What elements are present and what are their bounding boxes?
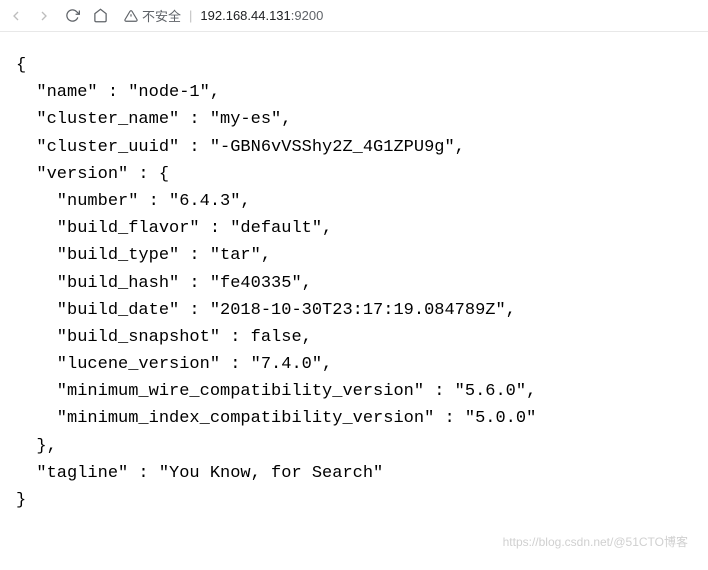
json-line: },	[16, 433, 692, 460]
url-display: 192.168.44.131:9200	[200, 8, 323, 23]
json-line: "build_snapshot" : false,	[16, 324, 692, 351]
json-line: "build_flavor" : "default",	[16, 215, 692, 242]
url-host: 192.168.44.131	[200, 8, 290, 23]
json-line: "tagline" : "You Know, for Search"	[16, 460, 692, 487]
json-line: "number" : "6.4.3",	[16, 188, 692, 215]
json-line: "lucene_version" : "7.4.0",	[16, 351, 692, 378]
back-button[interactable]	[8, 8, 24, 24]
warning-icon	[124, 9, 138, 23]
forward-button[interactable]	[36, 8, 52, 24]
json-line: "version" : {	[16, 161, 692, 188]
json-line: }	[16, 487, 692, 514]
json-line: "build_date" : "2018-10-30T23:17:19.0847…	[16, 297, 692, 324]
watermark: https://blog.csdn.net/@51CTO博客	[503, 533, 688, 550]
browser-toolbar: 不安全 | 192.168.44.131:9200	[0, 0, 708, 32]
address-bar[interactable]: 不安全 | 192.168.44.131:9200	[120, 6, 700, 25]
json-line: {	[16, 52, 692, 79]
security-indicator: 不安全	[124, 6, 181, 25]
home-button[interactable]	[92, 8, 108, 24]
json-line: "minimum_wire_compatibility_version" : "…	[16, 378, 692, 405]
json-line: "cluster_name" : "my-es",	[16, 106, 692, 133]
json-line: "build_hash" : "fe40335",	[16, 270, 692, 297]
json-line: "minimum_index_compatibility_version" : …	[16, 405, 692, 432]
url-port: :9200	[291, 8, 324, 23]
json-line: "name" : "node-1",	[16, 79, 692, 106]
reload-button[interactable]	[64, 8, 80, 24]
url-separator: |	[189, 8, 192, 23]
json-line: "build_type" : "tar",	[16, 242, 692, 269]
json-line: "cluster_uuid" : "-GBN6vVSShy2Z_4G1ZPU9g…	[16, 134, 692, 161]
security-label-text: 不安全	[142, 6, 181, 25]
json-response-body: { "name" : "node-1", "cluster_name" : "m…	[0, 32, 708, 534]
